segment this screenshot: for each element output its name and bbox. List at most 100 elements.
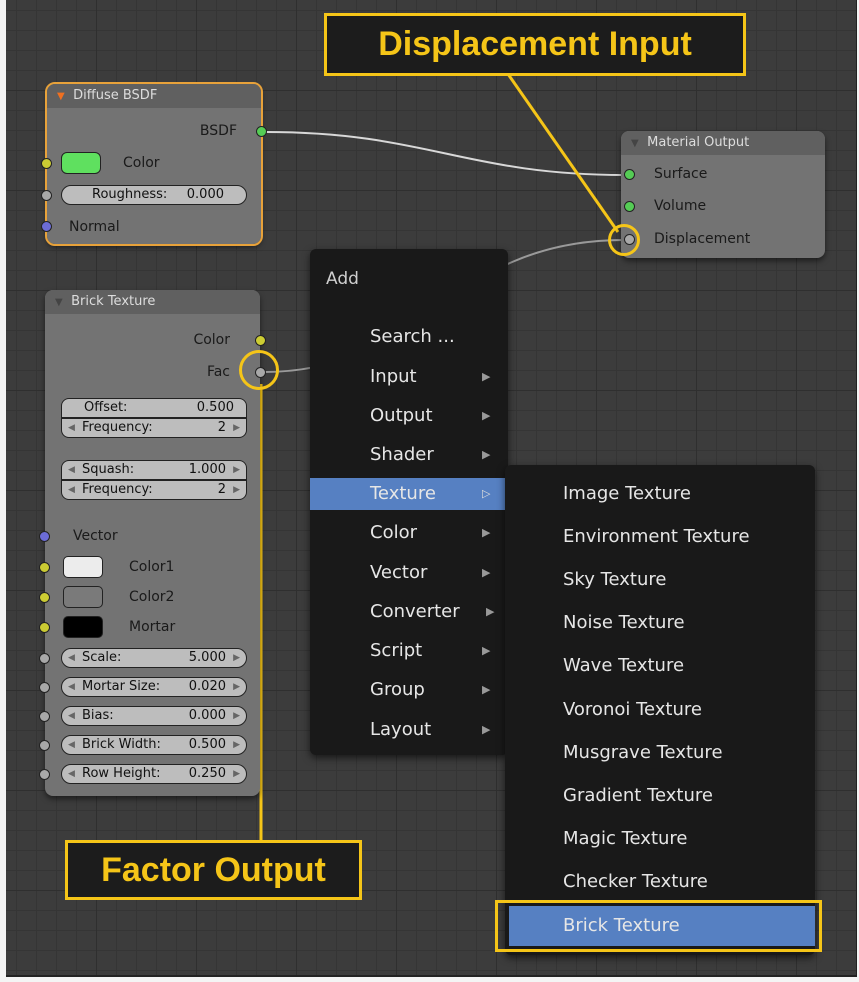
decrement-arrow-icon[interactable]: ◀	[68, 461, 75, 479]
increment-arrow-icon[interactable]: ▶	[233, 736, 240, 754]
menu-item-input[interactable]: Input ▶	[310, 361, 508, 393]
menu-item-converter[interactable]: Converter ▶	[310, 596, 508, 628]
submenu-item-wave-texture[interactable]: Wave Texture	[505, 646, 815, 686]
submenu-item-checker-texture[interactable]: Checker Texture	[505, 862, 815, 902]
fac-socket-highlight-ring	[239, 350, 279, 390]
material-output-node[interactable]: ▼ Material Output Surface Volume Displac…	[621, 131, 825, 258]
decrement-arrow-icon[interactable]: ◀	[68, 419, 75, 437]
diffuse-node-header[interactable]: ▼ Diffuse BSDF	[47, 84, 261, 108]
normal-input-socket[interactable]	[41, 221, 52, 232]
diffuse-bsdf-node[interactable]: ▼ Diffuse BSDF BSDF Color Roughness: 0.0…	[41, 82, 267, 246]
displacement-leader-line	[506, 73, 620, 233]
menu-item-shader[interactable]: Shader ▶	[310, 439, 508, 471]
texture-submenu[interactable]: Image Texture Environment Texture Sky Te…	[505, 465, 815, 955]
increment-arrow-icon[interactable]: ▶	[233, 481, 240, 499]
collapse-triangle-icon[interactable]: ▼	[55, 291, 67, 315]
brick-texture-node[interactable]: ▼ Brick Texture Color Fac Offset: 0.500 …	[39, 290, 266, 796]
submenu-item-voronoi-texture[interactable]: Voronoi Texture	[505, 690, 815, 730]
mortar-size-field[interactable]: ◀ Mortar Size: 0.020 ▶	[61, 677, 247, 697]
vector-input-label: Vector	[73, 528, 118, 544]
decrement-arrow-icon[interactable]: ◀	[68, 707, 75, 725]
volume-input-socket[interactable]	[624, 201, 635, 212]
frequency1-value: 2	[217, 420, 226, 435]
bias-field[interactable]: ◀ Bias: 0.000 ▶	[61, 706, 247, 726]
row-height-field[interactable]: ◀ Row Height: 0.250 ▶	[61, 764, 247, 784]
bsdf-output-socket[interactable]	[256, 126, 267, 137]
collapse-triangle-icon[interactable]: ▼	[57, 85, 69, 109]
surface-input-label: Surface	[654, 166, 708, 182]
menu-item-color[interactable]: Color ▶	[310, 517, 508, 549]
submenu-item-sky-texture[interactable]: Sky Texture	[505, 560, 815, 600]
brick-width-value: 0.500	[188, 737, 226, 752]
surface-input-socket[interactable]	[624, 169, 635, 180]
increment-arrow-icon[interactable]: ▶	[233, 649, 240, 667]
decrement-arrow-icon[interactable]: ◀	[68, 736, 75, 754]
color1-input-socket[interactable]	[39, 562, 50, 573]
frequency2-field[interactable]: ◀ Frequency: 2 ▶	[61, 480, 247, 500]
decrement-arrow-icon[interactable]: ◀	[68, 765, 75, 783]
increment-arrow-icon[interactable]: ▶	[233, 461, 240, 479]
node-editor-canvas[interactable]: ▼ Diffuse BSDF BSDF Color Roughness: 0.0…	[6, 0, 857, 977]
scale-input-socket[interactable]	[39, 653, 50, 664]
color1-label: Color1	[129, 559, 175, 575]
submenu-item-magic-texture[interactable]: Magic Texture	[505, 819, 815, 859]
factor-output-callout: Factor Output	[65, 840, 362, 900]
scale-field[interactable]: ◀ Scale: 5.000 ▶	[61, 648, 247, 668]
menu-item-search[interactable]: Search ...	[310, 321, 508, 353]
submenu-item-environment-texture[interactable]: Environment Texture	[505, 517, 815, 557]
mortar-input-socket[interactable]	[39, 622, 50, 633]
roughness-field[interactable]: Roughness: 0.000	[61, 185, 247, 205]
mortar-swatch[interactable]	[63, 616, 103, 638]
menu-item-texture[interactable]: Texture ▷	[310, 478, 506, 510]
material-output-header[interactable]: ▼ Material Output	[621, 131, 825, 155]
mortar-size-value: 0.020	[188, 679, 226, 694]
color-output-socket[interactable]	[255, 335, 266, 346]
squash-field[interactable]: ◀ Squash: 1.000 ▶	[61, 460, 247, 480]
decrement-arrow-icon[interactable]: ◀	[68, 481, 75, 499]
color2-swatch[interactable]	[63, 586, 103, 608]
menu-item-group[interactable]: Group ▶	[310, 674, 508, 706]
decrement-arrow-icon[interactable]: ◀	[68, 678, 75, 696]
squash-label: Squash:	[82, 462, 135, 477]
diffuse-node-title: Diffuse BSDF	[73, 88, 158, 103]
menu-item-layout[interactable]: Layout ▶	[310, 714, 508, 746]
frequency1-field[interactable]: ◀ Frequency: 2 ▶	[61, 418, 247, 438]
roughness-value: 0.000	[186, 187, 224, 202]
color1-swatch[interactable]	[63, 556, 103, 578]
factor-callout-text: Factor Output	[101, 851, 326, 889]
bias-input-socket[interactable]	[39, 711, 50, 722]
color-input-socket[interactable]	[41, 158, 52, 169]
increment-arrow-icon[interactable]: ▶	[233, 765, 240, 783]
menu-item-output[interactable]: Output ▶	[310, 400, 508, 432]
submenu-arrow-icon: ▶	[482, 566, 491, 579]
diffuse-color-swatch[interactable]	[61, 152, 101, 174]
mortar-size-input-socket[interactable]	[39, 682, 50, 693]
frequency1-label: Frequency:	[82, 420, 153, 435]
normal-input-label: Normal	[69, 219, 120, 235]
offset-field[interactable]: Offset: 0.500	[61, 398, 247, 418]
brick-width-field[interactable]: ◀ Brick Width: 0.500 ▶	[61, 735, 247, 755]
displacement-input-label: Displacement	[654, 231, 751, 247]
increment-arrow-icon[interactable]: ▶	[233, 419, 240, 437]
row-height-input-socket[interactable]	[39, 769, 50, 780]
color2-input-socket[interactable]	[39, 592, 50, 603]
increment-arrow-icon[interactable]: ▶	[233, 707, 240, 725]
offset-label: Offset:	[84, 400, 128, 415]
displacement-input-callout: Displacement Input	[324, 13, 746, 76]
menu-item-vector[interactable]: Vector ▶	[310, 557, 508, 589]
submenu-item-musgrave-texture[interactable]: Musgrave Texture	[505, 733, 815, 773]
roughness-input-socket[interactable]	[41, 190, 52, 201]
brick-node-header[interactable]: ▼ Brick Texture	[45, 290, 260, 314]
add-menu[interactable]: Add Search ... Input ▶ Output ▶ Shader ▶ Te…	[310, 249, 508, 755]
add-menu-title: Add	[326, 269, 359, 289]
brick-width-input-socket[interactable]	[39, 740, 50, 751]
submenu-item-noise-texture[interactable]: Noise Texture	[505, 603, 815, 643]
decrement-arrow-icon[interactable]: ◀	[68, 649, 75, 667]
menu-item-script[interactable]: Script ▶	[310, 635, 508, 667]
submenu-arrow-icon: ▶	[482, 723, 491, 736]
submenu-item-image-texture[interactable]: Image Texture	[505, 474, 815, 514]
collapse-triangle-icon[interactable]: ▼	[631, 132, 643, 156]
submenu-item-gradient-texture[interactable]: Gradient Texture	[505, 776, 815, 816]
vector-input-socket[interactable]	[39, 531, 50, 542]
increment-arrow-icon[interactable]: ▶	[233, 678, 240, 696]
